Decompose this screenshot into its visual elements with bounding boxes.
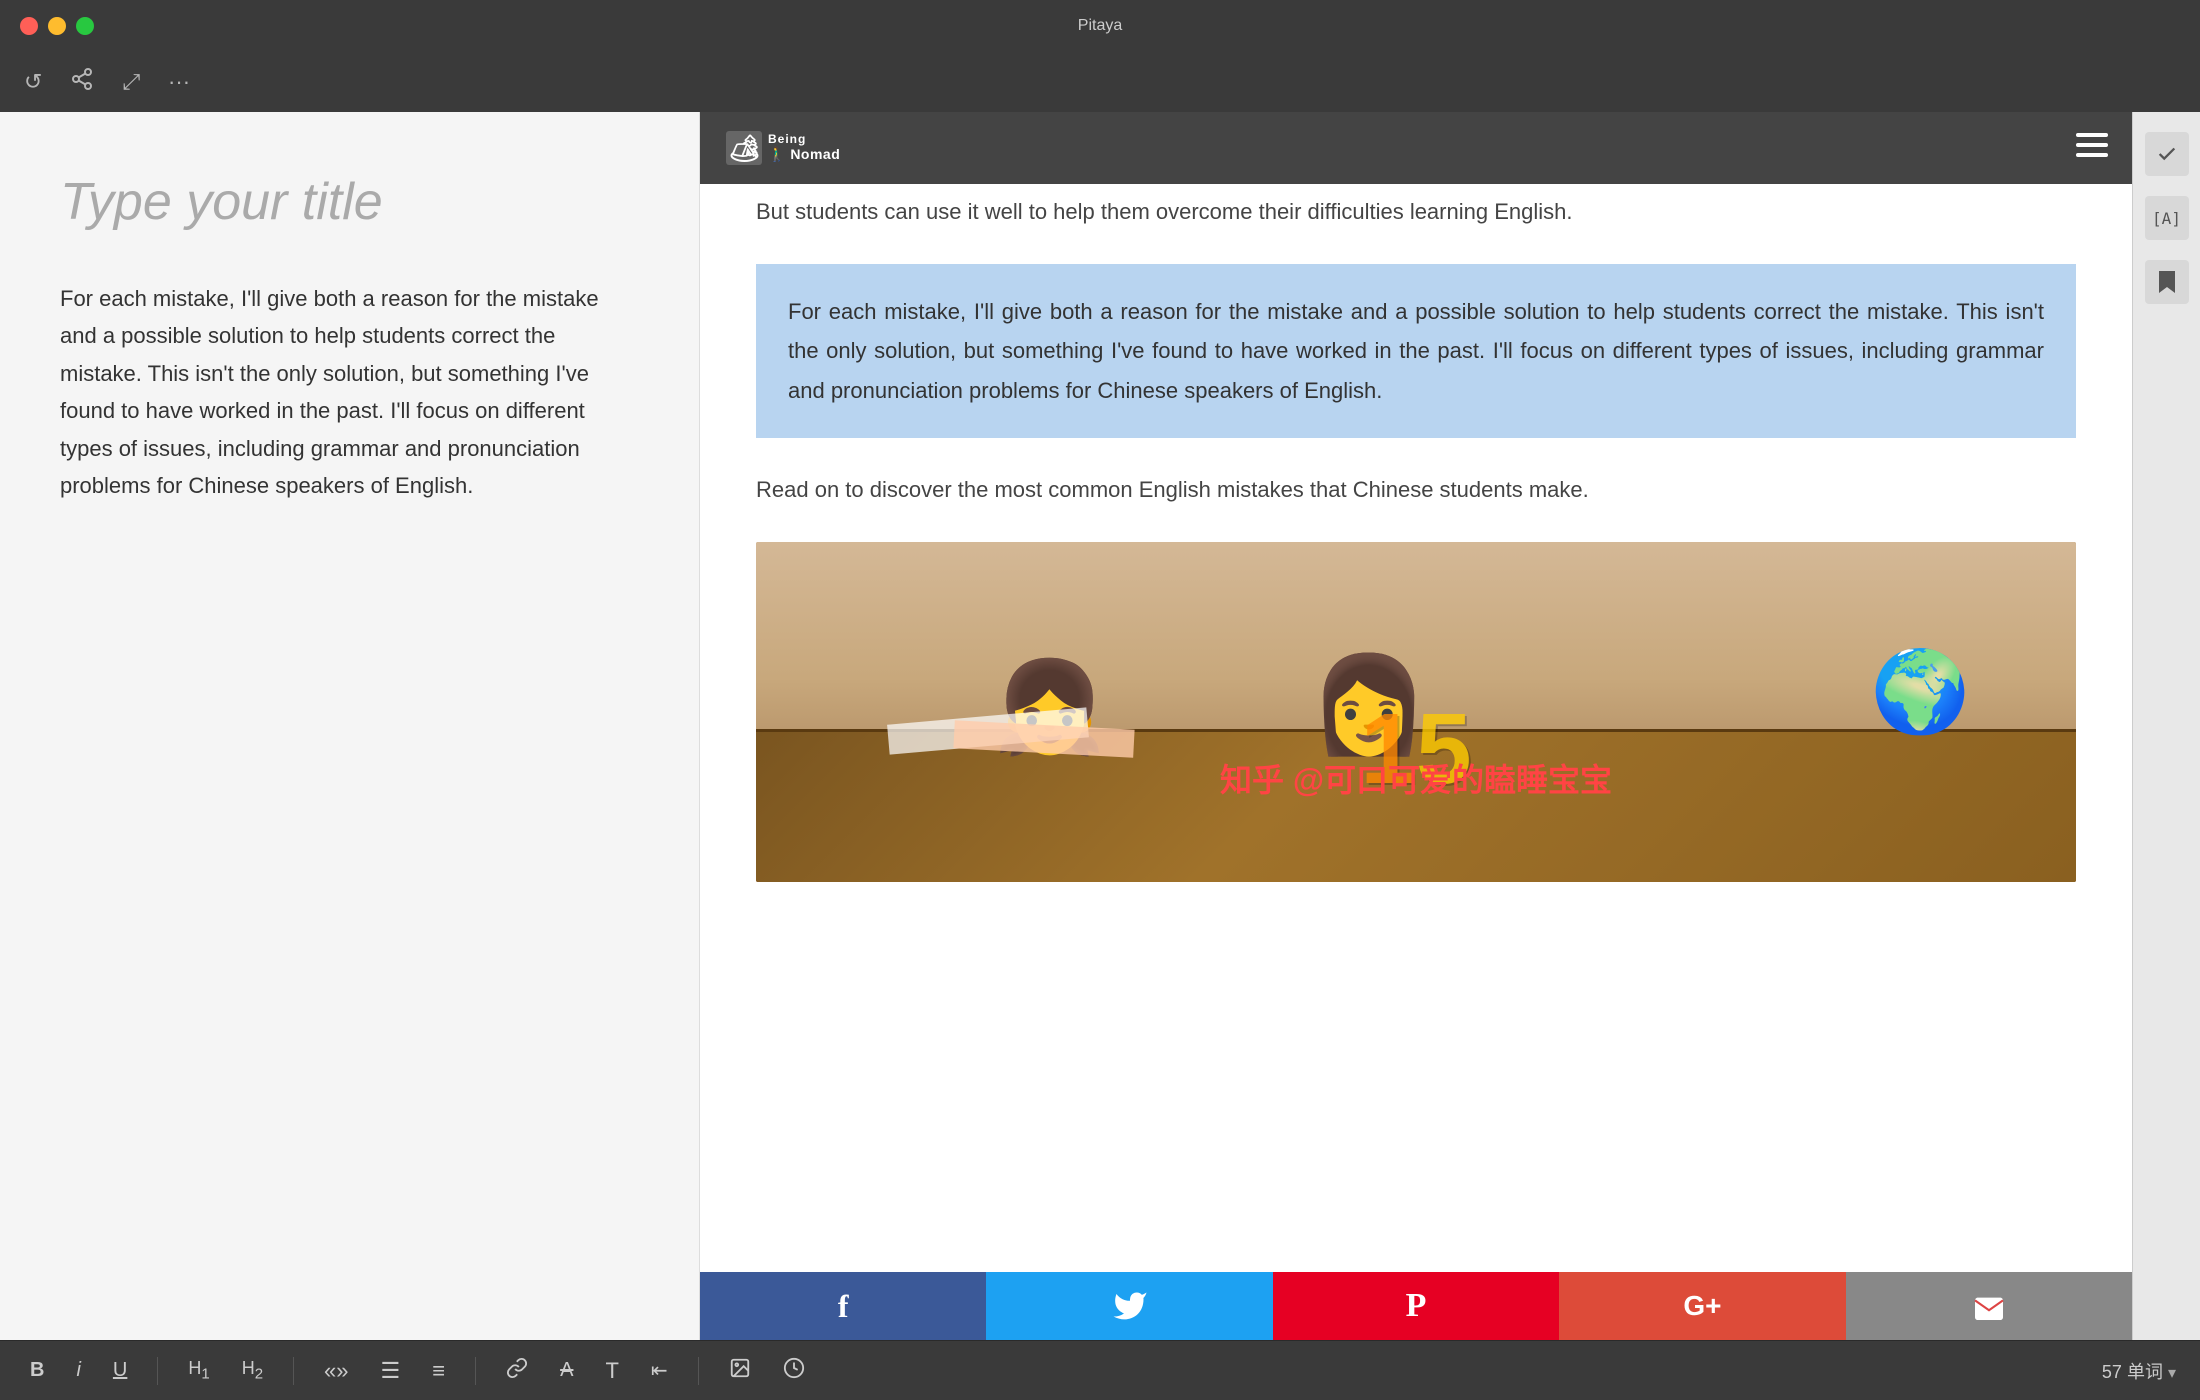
word-count[interactable]: 57 单词 ▾	[2102, 1358, 2176, 1384]
link-button[interactable]	[500, 1353, 534, 1389]
checkbox-tool[interactable]	[2145, 132, 2189, 176]
app-title: Pitaya	[1078, 17, 1122, 35]
browser-sidebar: [A]	[2132, 112, 2200, 1340]
article-intro: But students can use it well to help the…	[756, 192, 2076, 232]
facebook-share[interactable]: f	[700, 1272, 986, 1340]
article-intro-text: But students can use it well to help the…	[756, 199, 1572, 224]
article-read-on: Read on to discover the most common Engl…	[756, 470, 2076, 510]
window-controls	[20, 17, 94, 35]
outdent-button[interactable]: ⇤	[645, 1354, 674, 1387]
browser-content: 🏕 Being 🚶‍♂️ Nomad But students ca	[700, 112, 2132, 1340]
twitter-icon	[1112, 1288, 1148, 1324]
twitter-share[interactable]	[986, 1272, 1272, 1340]
main-toolbar: ↺ ⤢ ···	[0, 52, 2200, 112]
article-highlighted-paragraph: For each mistake, I'll give both a reaso…	[756, 264, 2076, 439]
text-type-button[interactable]: T	[599, 1354, 624, 1388]
hamburger-button[interactable]	[2076, 129, 2108, 168]
bottom-toolbar: B i U H1 H2 «» ☰ ≡ A T ⇤ 57 单词 ▾	[0, 1340, 2200, 1400]
h1-button[interactable]: H1	[182, 1354, 215, 1387]
divider-2	[293, 1357, 294, 1385]
quote-button[interactable]: «»	[318, 1354, 354, 1388]
being-nomad-logo-svg: 🏕 Being 🚶‍♂️ Nomad	[724, 123, 944, 173]
pinterest-share[interactable]: P	[1273, 1272, 1559, 1340]
title-bar: Pitaya	[0, 0, 2200, 52]
h2-button[interactable]: H2	[236, 1354, 269, 1387]
clock-button[interactable]	[777, 1353, 811, 1389]
browser-toolbar: 🏕 Being 🚶‍♂️ Nomad	[700, 112, 2132, 184]
clock-icon	[783, 1357, 805, 1379]
browser-panel: 🏕 Being 🚶‍♂️ Nomad But students ca	[700, 112, 2200, 1340]
image-button[interactable]	[723, 1353, 757, 1389]
bookmark-icon	[2157, 269, 2177, 295]
facebook-icon: f	[838, 1288, 849, 1325]
gplus-share[interactable]: G+	[1559, 1272, 1845, 1340]
editor-panel[interactable]: Type your title For each mistake, I'll g…	[0, 112, 700, 1340]
word-count-arrow[interactable]: ▾	[2168, 1365, 2176, 1382]
svg-text:🚶‍♂️ Nomad: 🚶‍♂️ Nomad	[768, 146, 840, 163]
list-ordered-button[interactable]: ≡	[426, 1354, 451, 1388]
close-button[interactable]	[20, 17, 38, 35]
divider-4	[698, 1357, 699, 1385]
link-icon	[506, 1357, 528, 1379]
article-content: But students can use it well to help the…	[700, 112, 2132, 922]
email-icon	[1971, 1292, 2007, 1320]
divider-1	[157, 1357, 158, 1385]
divider-3	[475, 1357, 476, 1385]
article-image: 👧 👩 🌍 15 知乎 @可口可爱的瞌睡宝宝	[756, 542, 2076, 882]
image-icon	[729, 1357, 751, 1379]
fullscreen-button[interactable]	[76, 17, 94, 35]
word-count-value: 57 单词	[2102, 1362, 2163, 1382]
hamburger-icon	[2076, 129, 2108, 161]
bold-button[interactable]: B	[24, 1355, 50, 1386]
editor-title-placeholder[interactable]: Type your title	[60, 172, 639, 232]
more-button[interactable]: ···	[168, 69, 190, 95]
editor-body-text[interactable]: For each mistake, I'll give both a reaso…	[60, 280, 639, 504]
pinterest-icon: P	[1406, 1287, 1427, 1325]
italic-button[interactable]: i	[70, 1355, 86, 1386]
site-logo[interactable]: 🏕 Being 🚶‍♂️ Nomad	[724, 123, 944, 173]
strikethrough-button[interactable]: A	[554, 1355, 579, 1386]
globe: 🌍	[1871, 624, 1971, 760]
minimize-button[interactable]	[48, 17, 66, 35]
social-bar: f P G+	[700, 1272, 2132, 1340]
svg-text:🏕: 🏕	[728, 133, 761, 163]
gplus-icon: G+	[1683, 1290, 1721, 1322]
refresh-button[interactable]: ↺	[24, 69, 42, 95]
code-tool[interactable]: [A]	[2145, 196, 2189, 240]
code-icon: [A]	[2152, 209, 2181, 228]
list-unordered-button[interactable]: ☰	[375, 1354, 407, 1388]
bookmark-tool[interactable]	[2145, 260, 2189, 304]
svg-text:Being: Being	[768, 132, 806, 146]
article-highlighted-text: For each mistake, I'll give both a reaso…	[788, 299, 2044, 403]
checkbox-icon	[2156, 143, 2178, 165]
underline-button[interactable]: U	[107, 1355, 133, 1386]
expand-button[interactable]: ⤢	[122, 69, 140, 95]
email-share[interactable]	[1846, 1272, 2132, 1340]
article-read-on-text: Read on to discover the most common Engl…	[756, 477, 1589, 502]
number-overlay: 15	[1360, 682, 1471, 802]
share-button[interactable]	[70, 67, 94, 97]
main-area: Type your title For each mistake, I'll g…	[0, 112, 2200, 1340]
